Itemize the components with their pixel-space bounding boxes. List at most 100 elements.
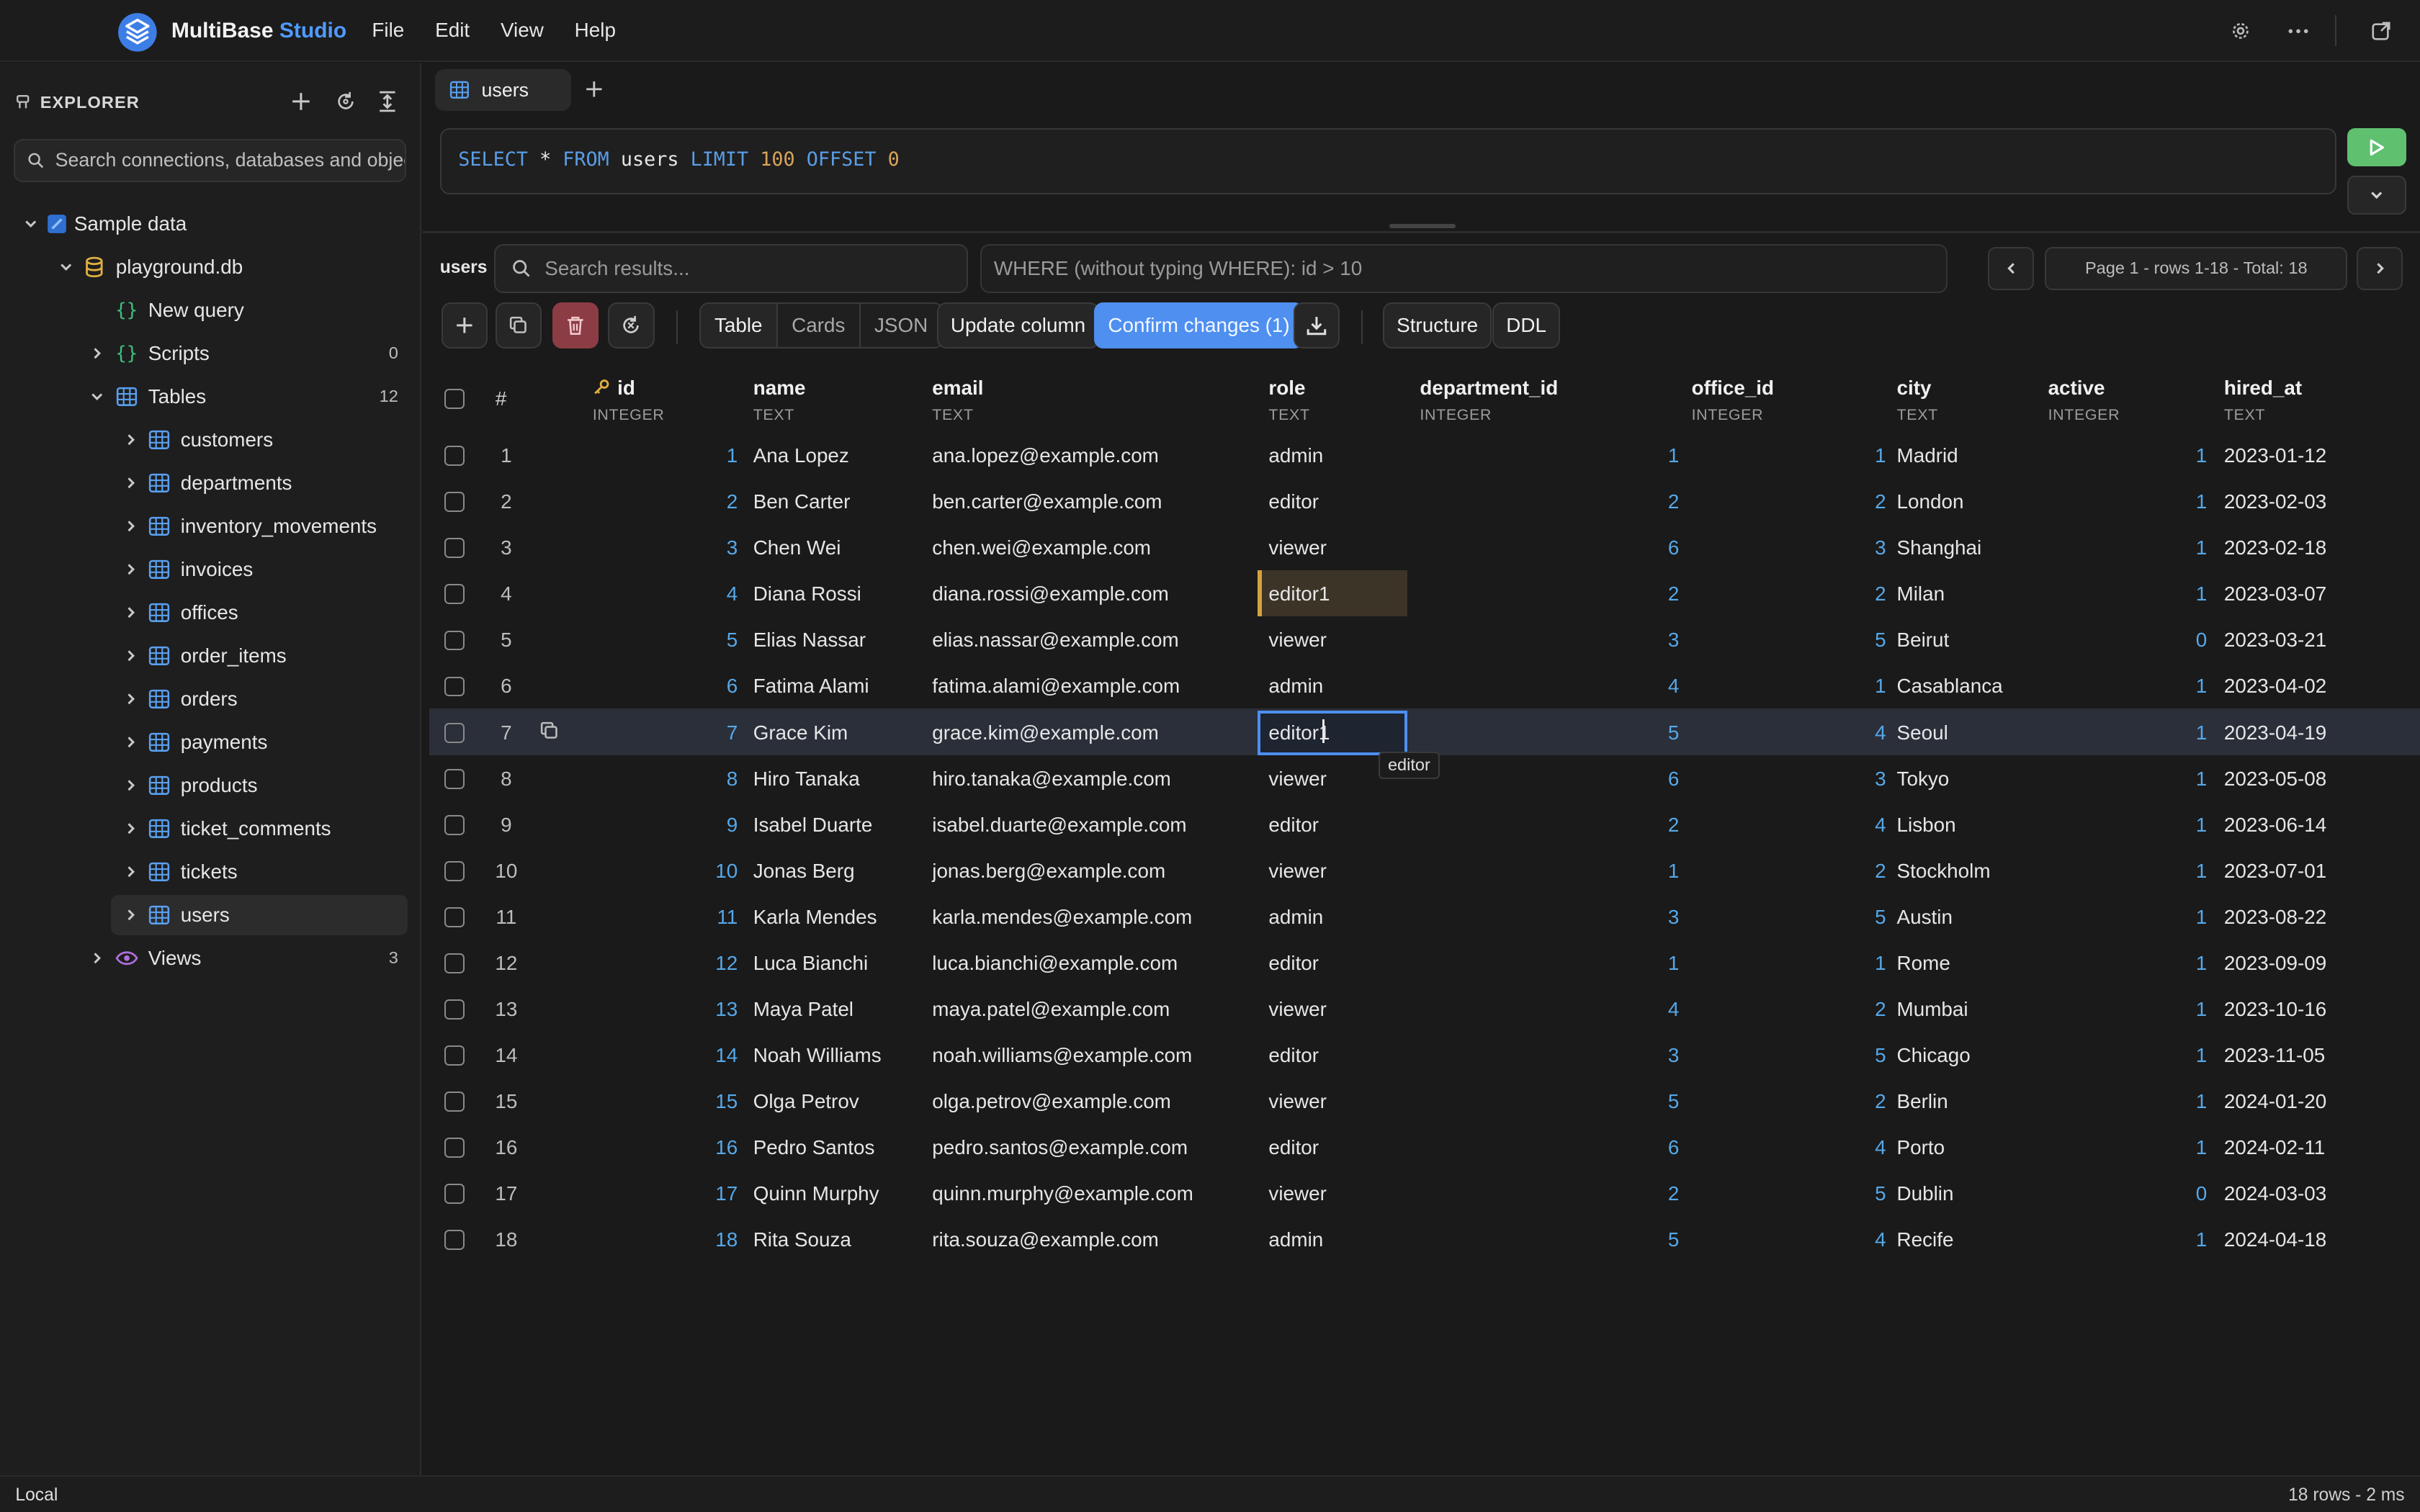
cell-name[interactable]: Elias Nassar — [753, 629, 866, 652]
copy-row-icon[interactable] — [540, 721, 559, 740]
sidebar-item-offices[interactable]: offices — [0, 593, 420, 633]
cell-active[interactable]: 1 — [2196, 952, 2208, 975]
table-row[interactable]: 1 1 Ana Lopez ana.lopez@example.com admin 1 1 M… — [429, 432, 2420, 478]
menu-help[interactable]: Help — [575, 19, 616, 42]
cell-id[interactable]: 11 — [717, 906, 738, 929]
cell-id[interactable]: 7 — [727, 721, 738, 744]
cell-id[interactable]: 5 — [727, 629, 738, 652]
table-row[interactable]: 18 18 Rita Souza rita.souza@example.com admi… — [429, 1216, 2420, 1262]
sidebar-item-departments[interactable]: departments — [0, 463, 420, 503]
sidebar-item-tickets[interactable]: tickets — [0, 852, 420, 892]
cell-office-id[interactable]: 4 — [1875, 1228, 1886, 1251]
row-checkbox[interactable] — [444, 999, 465, 1020]
new-tab-button[interactable] — [581, 76, 609, 104]
confirm-changes-button[interactable]: Confirm changes (1) — [1094, 302, 1304, 349]
cell-email[interactable]: elias.nassar@example.com — [932, 629, 1178, 652]
cell-city[interactable]: Tokyo — [1897, 768, 1950, 791]
cell-department-id[interactable]: 2 — [1668, 582, 1680, 606]
cell-name[interactable]: Jonas Berg — [753, 860, 855, 883]
cell-email[interactable]: luca.bianchi@example.com — [932, 952, 1178, 975]
cell-email[interactable]: karla.mendes@example.com — [932, 906, 1192, 929]
row-checkbox[interactable] — [444, 953, 465, 973]
cell-department-id[interactable]: 5 — [1668, 721, 1680, 744]
cell-role[interactable]: editor — [1268, 1044, 1319, 1067]
table-row[interactable]: 14 14 Noah Williams noah.williams@example.c… — [429, 1032, 2420, 1078]
cell-office-id[interactable]: 4 — [1875, 1136, 1886, 1159]
export-button[interactable] — [1293, 302, 1340, 349]
cell-name[interactable]: Chen Wei — [753, 536, 841, 559]
column-header-id[interactable]: id — [593, 377, 635, 400]
cell-hired-at[interactable]: 2023-11-05 — [2224, 1044, 2325, 1067]
cell-name[interactable]: Hiro Tanaka — [753, 768, 860, 791]
tree-database[interactable]: playground.db — [0, 247, 420, 287]
cell-hired-at[interactable]: 2024-01-20 — [2224, 1090, 2326, 1113]
cell-department-id[interactable]: 1 — [1668, 444, 1680, 467]
table-row[interactable]: 2 2 Ben Carter ben.carter@example.com editor… — [429, 478, 2420, 524]
cell-name[interactable]: Luca Bianchi — [753, 952, 868, 975]
cell-city[interactable]: Recife — [1897, 1228, 1954, 1251]
cell-role[interactable]: viewer — [1268, 768, 1326, 791]
row-checkbox[interactable] — [444, 584, 465, 605]
cell-city[interactable]: Seoul — [1897, 721, 1948, 744]
sidebar-item-invoices[interactable]: invoices — [0, 549, 420, 590]
cell-role[interactable]: viewer — [1268, 860, 1326, 883]
table-row[interactable]: 7 7 Grace Kim grace.kim@example.com editor1 5… — [429, 708, 2420, 755]
cell-name[interactable]: Noah Williams — [753, 1044, 882, 1067]
cell-active[interactable]: 1 — [2196, 768, 2208, 791]
cell-hired-at[interactable]: 2024-04-18 — [2224, 1228, 2326, 1251]
table-row[interactable]: 5 5 Elias Nassar elias.nassar@example.com vi… — [429, 616, 2420, 662]
settings-button[interactable] — [2221, 12, 2262, 49]
cell-email[interactable]: quinn.murphy@example.com — [932, 1182, 1193, 1205]
cell-city[interactable]: Porto — [1897, 1136, 1945, 1159]
run-options-button[interactable] — [2347, 176, 2406, 215]
cell-city[interactable]: Madrid — [1897, 444, 1958, 467]
cell-city[interactable]: Berlin — [1897, 1090, 1948, 1113]
cell-id[interactable]: 4 — [727, 582, 738, 606]
cell-office-id[interactable]: 1 — [1875, 952, 1886, 975]
cell-city[interactable]: London — [1897, 490, 1964, 513]
cell-department-id[interactable]: 2 — [1668, 1182, 1680, 1205]
row-checkbox[interactable] — [444, 814, 465, 835]
refresh-button[interactable] — [332, 88, 360, 116]
cell-hired-at[interactable]: 2023-10-16 — [2224, 998, 2326, 1021]
cell-office-id[interactable]: 1 — [1875, 675, 1886, 698]
cell-department-id[interactable]: 6 — [1668, 768, 1680, 791]
cell-email[interactable]: olga.petrov@example.com — [932, 1090, 1171, 1113]
cell-id[interactable]: 15 — [715, 1090, 738, 1113]
update-column-button[interactable]: Update column — [936, 302, 1100, 349]
cell-city[interactable]: Lisbon — [1897, 814, 1956, 837]
cell-role[interactable]: editor — [1268, 1136, 1319, 1159]
cell-email[interactable]: maya.patel@example.com — [932, 998, 1170, 1021]
cell-hired-at[interactable]: 2023-05-08 — [2224, 768, 2326, 791]
table-row[interactable]: 12 12 Luca Bianchi luca.bianchi@example.com… — [429, 940, 2420, 986]
cell-hired-at[interactable]: 2023-07-01 — [2224, 860, 2326, 883]
tree-connection[interactable]: Sample data — [0, 204, 420, 244]
cell-active[interactable]: 1 — [2196, 1090, 2208, 1113]
row-checkbox[interactable] — [444, 1184, 465, 1205]
row-checkbox[interactable] — [444, 630, 465, 651]
cell-email[interactable]: fatima.alami@example.com — [932, 675, 1180, 698]
cell-department-id[interactable]: 6 — [1668, 1136, 1680, 1159]
cell-department-id[interactable]: 1 — [1668, 952, 1680, 975]
cell-city[interactable]: Dublin — [1897, 1182, 1954, 1205]
column-header-role[interactable]: role — [1268, 377, 1305, 400]
cell-hired-at[interactable]: 2023-04-19 — [2224, 721, 2326, 744]
cell-id[interactable]: 17 — [715, 1182, 738, 1205]
cell-office-id[interactable]: 4 — [1875, 721, 1886, 744]
cell-city[interactable]: Milan — [1897, 582, 1945, 606]
cell-department-id[interactable]: 4 — [1668, 675, 1680, 698]
cell-office-id[interactable]: 2 — [1875, 1090, 1886, 1113]
delete-row-button[interactable] — [552, 302, 599, 349]
cell-office-id[interactable]: 5 — [1875, 906, 1886, 929]
cell-city[interactable]: Austin — [1897, 906, 1953, 929]
cell-active[interactable]: 1 — [2196, 536, 2208, 559]
cell-active[interactable]: 1 — [2196, 444, 2208, 467]
cell-email[interactable]: isabel.duarte@example.com — [932, 814, 1186, 837]
cell-id[interactable]: 10 — [715, 860, 738, 883]
cell-id[interactable]: 2 — [727, 490, 738, 513]
select-all-checkbox[interactable] — [444, 388, 465, 409]
cell-office-id[interactable]: 5 — [1875, 1044, 1886, 1067]
cell-department-id[interactable]: 3 — [1668, 1044, 1680, 1067]
cell-name[interactable]: Fatima Alami — [753, 675, 869, 698]
row-checkbox[interactable] — [444, 860, 465, 881]
